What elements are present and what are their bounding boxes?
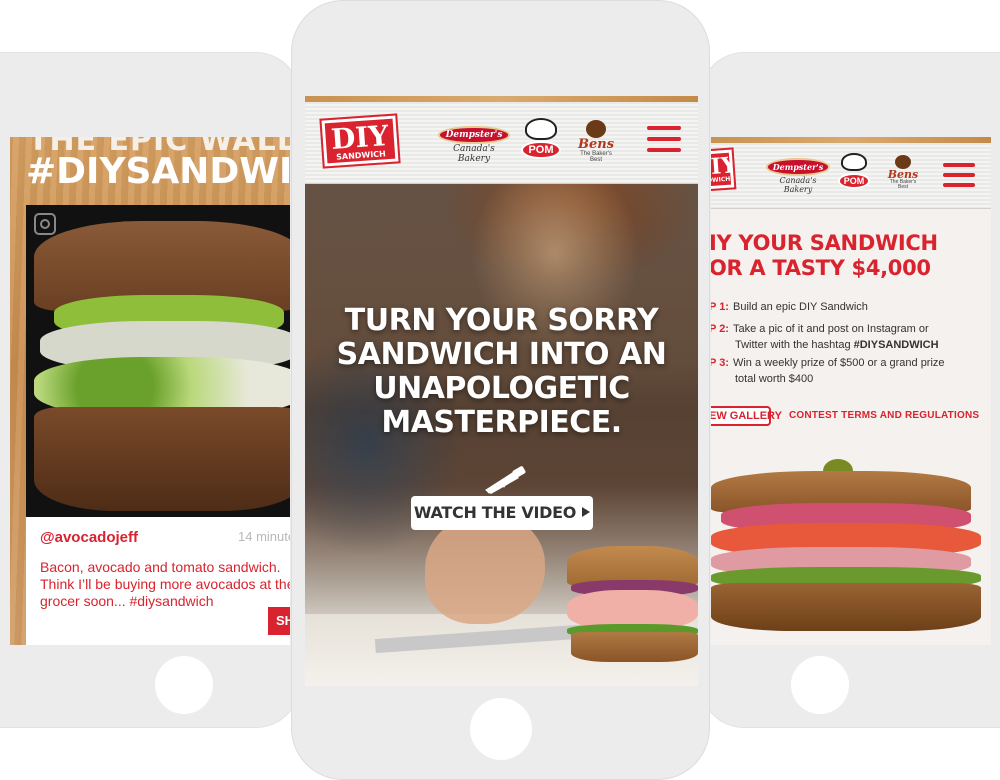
ham-sandwich-image <box>567 546 698 666</box>
center-home-button <box>470 698 532 760</box>
post-card[interactable]: @avocadojeff 14 minutes Bacon, avocado a… <box>26 517 290 645</box>
left-home-button <box>155 656 213 714</box>
menu-icon[interactable] <box>943 163 975 187</box>
right-home-button <box>791 656 849 714</box>
post-time: 14 minutes <box>238 529 290 544</box>
post-username[interactable]: @avocadojeff <box>40 529 138 546</box>
hero-title: TURN YOUR SORRY SANDWICH INTO AN UNAPOLO… <box>336 303 667 440</box>
bens-logo[interactable]: Bens The Baker's Best <box>575 120 617 163</box>
center-phone: DIY SANDWICH Dempster's Canada's Bakery … <box>291 0 710 780</box>
instagram-photo[interactable] <box>26 205 290 517</box>
view-gallery-button[interactable]: EW GALLERY <box>711 406 782 426</box>
share-button[interactable]: SH <box>268 607 290 635</box>
contest-step-2: P 2: Take a pic of it and post on Instagr… <box>711 323 939 351</box>
pom-logo[interactable]: POM <box>837 153 871 189</box>
watch-video-button[interactable]: WATCH THE VIDEO <box>411 496 593 530</box>
wood-strip <box>711 137 991 143</box>
saw-icon <box>485 466 526 494</box>
sandwich-image <box>34 221 290 511</box>
wood-strip <box>305 96 698 102</box>
diy-logo[interactable]: DIY SANDWICH <box>319 113 401 169</box>
right-screen: DIY SANDWICH Dempster's Canada's Bakery … <box>711 137 991 645</box>
pom-logo[interactable]: POM <box>521 118 561 159</box>
contest-title: IY YOUR SANDWICH OR A TASTY $4,000 <box>711 231 938 280</box>
right-header: DIY SANDWICH Dempster's Canada's Bakery … <box>711 137 991 209</box>
left-phone: THE EPIC WALL #DIYSANDWICH @avocadojeff … <box>0 52 300 728</box>
diy-logo[interactable]: DIY SANDWICH <box>711 147 738 193</box>
hashtag-title: #DIYSANDWICH <box>26 151 290 192</box>
sub-sandwich-image <box>711 459 991 645</box>
center-screen: DIY SANDWICH Dempster's Canada's Bakery … <box>305 96 698 686</box>
dempsters-logo[interactable]: Dempster's Canada's Bakery <box>437 124 511 164</box>
play-icon <box>582 507 591 517</box>
right-phone: DIY SANDWICH Dempster's Canada's Bakery … <box>700 52 1000 728</box>
contest-step-3: P 3: Win a weekly prize of $500 or a gran… <box>711 357 945 385</box>
left-screen: THE EPIC WALL #DIYSANDWICH @avocadojeff … <box>10 137 290 645</box>
contest-step-1: P 1: Build an epic DIY Sandwich <box>711 301 868 313</box>
hero-image: TURN YOUR SORRY SANDWICH INTO AN UNAPOLO… <box>305 184 698 686</box>
contest-terms-link[interactable]: CONTEST TERMS AND REGULATIONS <box>789 410 979 421</box>
dempsters-logo[interactable]: Dempster's Canada's Bakery <box>765 157 831 194</box>
bens-logo[interactable]: Bens The Baker's Best <box>885 155 921 190</box>
center-header: DIY SANDWICH Dempster's Canada's Bakery … <box>305 96 698 184</box>
menu-icon[interactable] <box>647 126 681 152</box>
post-caption: Bacon, avocado and tomato sandwich. Thin… <box>40 559 290 609</box>
